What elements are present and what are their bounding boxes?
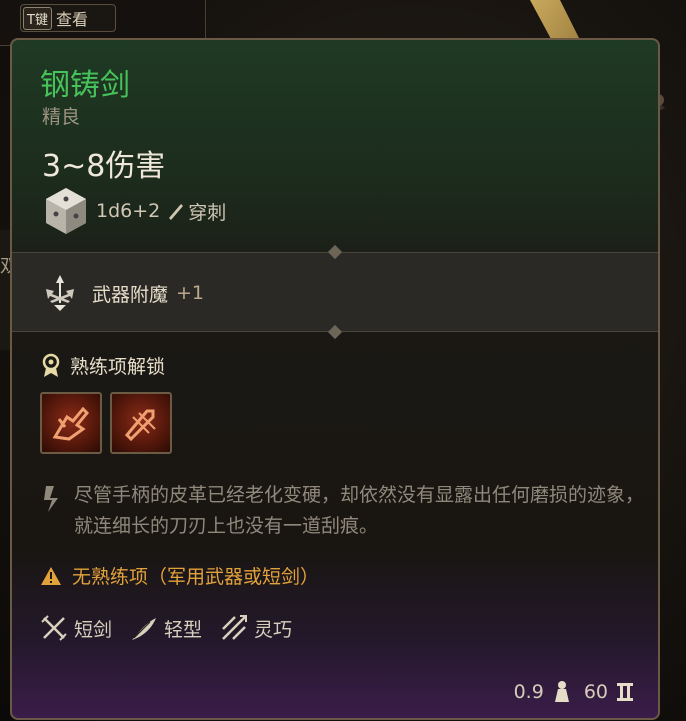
damage-type: 穿刺 xyxy=(188,201,227,224)
enchantment-label: 武器附魔 xyxy=(92,283,169,306)
proficiency-unlock-label: 熟练项解锁 xyxy=(70,356,166,378)
proficiency-warning: 无熟练项（军用武器或短剑） xyxy=(40,562,319,589)
proficiency-unlock-icon xyxy=(42,353,60,377)
enchantment-row[interactable]: 武器附魔 +1 xyxy=(40,273,204,313)
item-rarity: 精良 xyxy=(42,106,81,128)
hotkey-label: 查看 xyxy=(55,10,88,29)
proficiency-unlock-header: 熟练项解锁 xyxy=(40,352,165,379)
property-label: 轻型 xyxy=(164,618,203,641)
piercing-icon xyxy=(169,204,184,220)
item-tooltip: 钢铸剑 精良 3~8伤害 1d6+2 穿刺 武器附魔 +1 熟练项解锁 尽管手柄… xyxy=(10,38,660,720)
finesse-icon xyxy=(222,615,248,640)
weapon-action-icon-1 xyxy=(52,406,90,441)
examine-hotkey-button[interactable]: T键 查看 xyxy=(20,4,116,32)
short-sword-icon xyxy=(41,615,67,641)
item-weight: 0.9 xyxy=(513,681,544,703)
description-text: 尽管手柄的皮革已经老化变硬，却依然没有显露出任何磨损的迹象，就连细长的刀刃上也没… xyxy=(74,484,645,537)
item-description: 尽管手柄的皮革已经老化变硬，却依然没有显露出任何磨损的迹象，就连细长的刀刃上也没… xyxy=(40,480,650,542)
dice-icon xyxy=(46,188,86,234)
enchantment-band: 武器附魔 +1 xyxy=(12,244,658,340)
item-footer: 0.9 60 xyxy=(514,680,634,704)
weapon-enchant-icon xyxy=(46,275,74,311)
property-short-sword[interactable]: 短剑 xyxy=(40,614,112,642)
weapon-action-2[interactable] xyxy=(110,392,172,454)
property-label: 短剑 xyxy=(74,618,113,641)
weapon-actions xyxy=(40,392,172,454)
property-light[interactable]: 轻型 xyxy=(130,614,202,642)
property-label: 灵巧 xyxy=(254,618,293,641)
damage-dice: 1d6+2 xyxy=(96,200,161,222)
weapon-properties: 短剑 轻型 灵巧 xyxy=(40,614,310,642)
damage-range: 3~8伤害 xyxy=(42,149,166,184)
enchantment-value: +1 xyxy=(176,282,205,304)
item-name: 钢铸剑 xyxy=(40,68,130,103)
property-finesse[interactable]: 灵巧 xyxy=(220,614,292,642)
gold-coin-icon xyxy=(617,683,633,701)
quote-mark-icon xyxy=(44,486,58,512)
warning-text: 无熟练项（军用武器或短剑） xyxy=(72,566,320,588)
item-price: 60 xyxy=(583,681,608,703)
weight-icon xyxy=(554,681,569,702)
feather-icon xyxy=(132,618,157,640)
warning-icon xyxy=(41,566,61,585)
weapon-action-icon-2 xyxy=(124,409,156,442)
damage-dice-row: 1d6+2 穿刺 xyxy=(42,188,226,234)
hotkey-key: T键 xyxy=(23,6,52,30)
weapon-action-1[interactable] xyxy=(40,392,102,454)
